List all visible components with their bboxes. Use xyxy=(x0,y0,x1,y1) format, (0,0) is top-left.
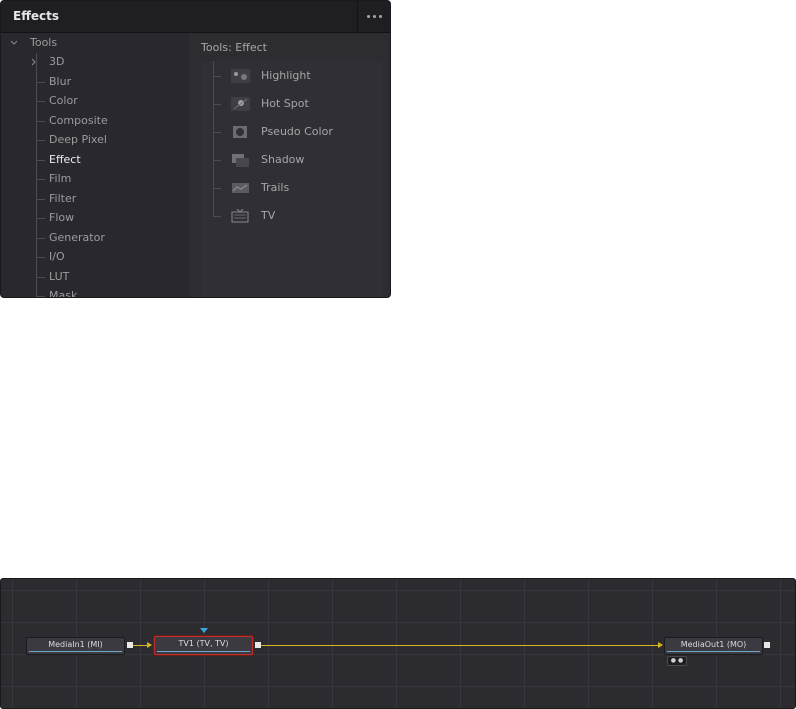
tree-branch xyxy=(213,216,221,217)
category-tree: Tools 3D Blur Color Composite Deep Pixel… xyxy=(1,33,189,298)
tv-icon xyxy=(231,208,250,223)
list-item-tv[interactable]: TV xyxy=(201,205,381,227)
shadow-icon xyxy=(231,153,250,167)
list-item-label: Hot Spot xyxy=(261,97,309,110)
node-graph[interactable]: MediaIn1 (MI) TV1 (TV, TV) MediaOut1 (MO… xyxy=(0,578,796,709)
link-tv-mediaout xyxy=(261,645,660,646)
tree-item-io[interactable]: I/O xyxy=(49,248,65,266)
tree-item-label: Filter xyxy=(49,192,77,205)
tree-item-label: Color xyxy=(49,94,78,107)
list-item-label: Shadow xyxy=(261,153,305,166)
tree-item-generator[interactable]: Generator xyxy=(49,229,105,247)
link-arrow-icon xyxy=(658,642,663,648)
tree-item-color[interactable]: Color xyxy=(49,92,78,110)
highlight-icon xyxy=(231,69,250,83)
tree-item-label: I/O xyxy=(49,250,65,263)
tree-item-label: Generator xyxy=(49,231,105,244)
tree-branch xyxy=(213,76,221,77)
tree-item-label: Blur xyxy=(49,75,72,88)
tree-branch xyxy=(37,160,45,161)
tree-item-effect[interactable]: Effect xyxy=(49,151,81,169)
node-status-bar xyxy=(29,651,122,652)
tree-item-label: Mask xyxy=(49,289,78,298)
tree-branch xyxy=(213,104,221,105)
node-label: MediaOut1 (MO) xyxy=(680,640,747,649)
output-port[interactable] xyxy=(255,642,261,648)
tree-item-composite[interactable]: Composite xyxy=(49,112,108,130)
tree-item-label: Deep Pixel xyxy=(49,133,107,146)
chevron-right-icon xyxy=(31,58,36,66)
tree-item-lut[interactable]: LUT xyxy=(49,268,69,286)
panel-title: Effects xyxy=(13,9,60,23)
list-item-highlight[interactable]: Highlight xyxy=(201,65,381,87)
tree-guide-line xyxy=(36,53,37,297)
node-status-bar xyxy=(157,651,250,652)
tree-item-label: Film xyxy=(49,172,72,185)
link-arrow-icon xyxy=(147,642,152,648)
tree-item-mask[interactable]: Mask xyxy=(49,287,78,298)
node-status-bar xyxy=(667,651,760,652)
tree-item-label: Effect xyxy=(49,153,81,166)
tree-branch xyxy=(37,199,45,200)
tree-branch xyxy=(37,101,45,102)
viewer-badge-icon[interactable]: ● ● xyxy=(667,656,687,666)
trails-icon xyxy=(231,181,250,195)
dot-icon xyxy=(373,15,376,18)
tree-branch xyxy=(213,188,221,189)
tool-list-pane: Tools: Effect Highlight Hot Spot Pseudo … xyxy=(189,33,390,297)
tree-branch xyxy=(37,82,45,83)
dot-icon xyxy=(379,15,382,18)
list-item-label: Trails xyxy=(261,181,290,194)
tree-item-label: LUT xyxy=(49,270,70,283)
tree-item-deep-pixel[interactable]: Deep Pixel xyxy=(49,131,107,149)
tree-branch xyxy=(37,296,45,297)
tree-branch xyxy=(213,160,221,161)
dot-icon xyxy=(367,15,370,18)
pseudo-color-icon xyxy=(231,125,250,139)
node-label: MediaIn1 (MI) xyxy=(48,640,103,649)
tree-branch xyxy=(37,218,45,219)
tree-item-label: Flow xyxy=(49,211,75,224)
list-title: Tools: Effect xyxy=(201,41,267,54)
list-item-shadow[interactable]: Shadow xyxy=(201,149,381,171)
tree-branch xyxy=(37,121,45,122)
tree-branch xyxy=(37,179,45,180)
tree-item-film[interactable]: Film xyxy=(49,170,71,188)
tree-root-label: Tools xyxy=(30,36,58,49)
tree-item-filter[interactable]: Filter xyxy=(49,190,76,208)
chevron-down-icon xyxy=(10,40,18,45)
tool-list: Highlight Hot Spot Pseudo Color Shadow T… xyxy=(201,61,383,297)
tree-item-label: 3D xyxy=(49,55,65,68)
view-indicator-icon xyxy=(200,628,208,633)
tree-item-blur[interactable]: Blur xyxy=(49,73,71,91)
tree-branch xyxy=(37,257,45,258)
tree-branch xyxy=(37,140,45,141)
list-item-trails[interactable]: Trails xyxy=(201,177,381,199)
node-mediaout1[interactable]: MediaOut1 (MO) xyxy=(664,637,763,655)
list-item-label: TV xyxy=(261,209,276,222)
effects-panel: Effects Tools 3D Blur Color Composite De… xyxy=(0,0,391,298)
node-tv1[interactable]: TV1 (TV, TV) xyxy=(154,636,253,655)
panel-header: Effects xyxy=(1,1,390,33)
list-item-label: Pseudo Color xyxy=(261,125,333,138)
list-item-label: Highlight xyxy=(261,69,311,82)
tree-item-flow[interactable]: Flow xyxy=(49,209,74,227)
tree-branch xyxy=(213,132,221,133)
output-port[interactable] xyxy=(764,642,770,648)
tree-item-label: Composite xyxy=(49,114,108,127)
node-label: TV1 (TV, TV) xyxy=(178,639,229,648)
more-options-button[interactable] xyxy=(358,1,390,32)
output-port[interactable] xyxy=(127,642,133,648)
tree-branch xyxy=(37,238,45,239)
list-item-hot-spot[interactable]: Hot Spot xyxy=(201,93,381,115)
list-item-pseudo-color[interactable]: Pseudo Color xyxy=(201,121,381,143)
tree-branch xyxy=(37,277,45,278)
node-mediain1[interactable]: MediaIn1 (MI) xyxy=(26,637,125,655)
hot-spot-icon xyxy=(231,97,250,111)
